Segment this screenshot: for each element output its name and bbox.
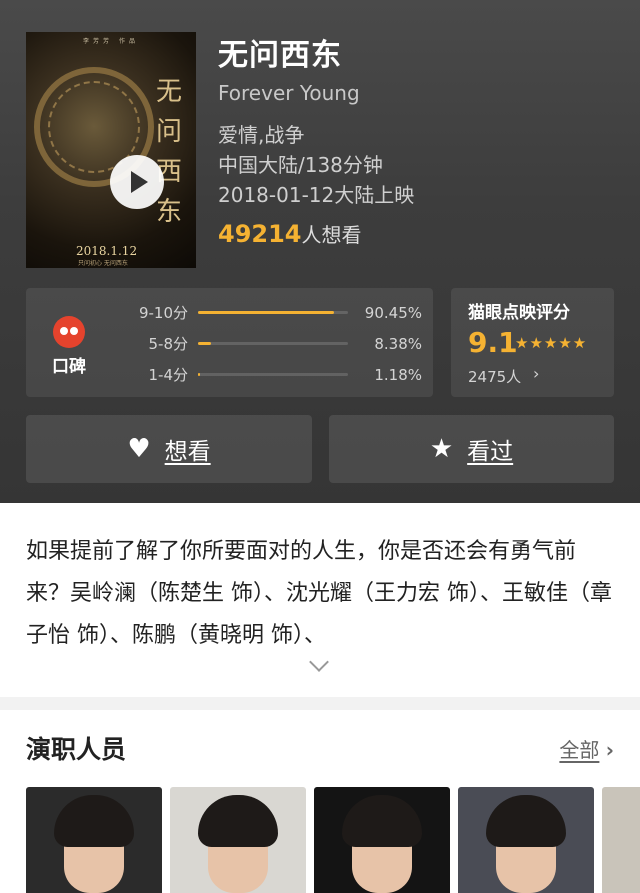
chevron-right-icon: › [533, 364, 540, 383]
cast-section: 演职人员 全部 › [0, 710, 640, 893]
cast-hair [54, 795, 134, 847]
poster-date-sub: 只问初心 无问西东 [78, 260, 128, 267]
koubei-label: 口碑 [52, 357, 86, 377]
want-suffix: 人想看 [301, 223, 362, 247]
seen-button[interactable]: ★ 看过 [329, 415, 614, 483]
want-count: 49214 [218, 220, 302, 248]
movie-header: 李芳芳 作品 无问西东 2018.1.12 只问初心 无问西东 无问西东 For… [0, 0, 640, 503]
poster-vertical-title: 无问西东 [155, 77, 182, 227]
want-count-line: 49214人想看 [218, 218, 414, 251]
cast-photo[interactable] [26, 787, 162, 893]
want-button-label: 想看 [164, 439, 211, 465]
synopsis-section: 如果提前了解了你所要面对的人生，你是否还会有勇气前来？吴岭澜（陈楚生 饰）、沈光… [0, 503, 640, 697]
movie-info: 无问西东 Forever Young 爱情,战争 中国大陆/138分钟 2018… [218, 36, 414, 251]
rating-bar-track [198, 311, 348, 314]
cast-photo[interactable] [602, 787, 640, 893]
cast-photo-list [26, 787, 640, 893]
cast-hair [198, 795, 278, 847]
movie-title-en: Forever Young [218, 81, 360, 105]
rating-row-percent: 1.18% [374, 366, 422, 384]
movie-poster[interactable]: 李芳芳 作品 无问西东 2018.1.12 只问初心 无问西东 [26, 32, 196, 268]
heart-icon: ♥ [127, 434, 151, 464]
rating-bar-track [198, 373, 348, 376]
rating-row-label: 1-4分 [148, 366, 189, 384]
poster-date: 2018.1.12 [76, 244, 138, 258]
rating-row-label: 9-10分 [138, 304, 188, 322]
rating-row-percent: 90.45% [364, 304, 422, 322]
rating-bar-track [198, 342, 348, 345]
rating-row: 1-4分 1.18% [118, 362, 423, 388]
rating-row: 5-8分 8.38% [118, 331, 423, 357]
rating-row-percent: 8.38% [374, 335, 422, 353]
score-value: 9.1 [468, 326, 518, 359]
koubei-badge: 口碑 [48, 316, 90, 377]
poster-top-text: 李芳芳 作品 [83, 38, 139, 45]
rating-row: 9-10分 90.45% [118, 300, 422, 326]
cast-hair [342, 795, 422, 847]
score-title: 猫眼点映评分 [468, 303, 570, 323]
movie-region-duration: 中国大陆/138分钟 [218, 153, 383, 177]
rating-distribution[interactable]: 口碑 9-10分 90.45% 5-8分 8.38% 1-4分 1.18% [26, 288, 433, 397]
synopsis-text: 如果提前了解了你所要面对的人生，你是否还会有勇气前来？吴岭澜（陈楚生 饰）、沈光… [26, 539, 612, 648]
chevron-right-icon: › [605, 738, 614, 762]
rating-row-label: 5-8分 [148, 335, 189, 353]
cast-photo[interactable] [458, 787, 594, 893]
cast-photo[interactable] [314, 787, 450, 893]
star-rating-icon: ★★★★★ [515, 334, 588, 352]
seen-button-label: 看过 [467, 439, 514, 465]
want-button[interactable]: ♥ 想看 [26, 415, 312, 483]
star-icon: ★ [429, 434, 454, 464]
cast-all-link[interactable]: 全部 › [559, 734, 614, 763]
cast-title: 演职人员 [26, 735, 127, 764]
score-count: 2475人 [468, 368, 522, 386]
rating-bar-fill [198, 373, 200, 376]
chevron-down-icon[interactable] [308, 655, 330, 677]
movie-title: 无问西东 [218, 38, 342, 73]
cast-all-label: 全部 [559, 738, 600, 762]
play-icon[interactable] [110, 155, 164, 209]
maoyan-cat-icon [53, 316, 85, 348]
rating-bar-fill [198, 342, 211, 345]
rating-bar-fill [198, 311, 334, 314]
cast-hair [486, 795, 566, 847]
movie-release: 2018-01-12大陆上映 [218, 183, 415, 207]
maoyan-score-panel[interactable]: 猫眼点映评分 9.1 ★★★★★ 2475人 › [451, 288, 614, 397]
cast-photo[interactable] [170, 787, 306, 893]
movie-genres: 爱情,战争 [218, 123, 305, 147]
